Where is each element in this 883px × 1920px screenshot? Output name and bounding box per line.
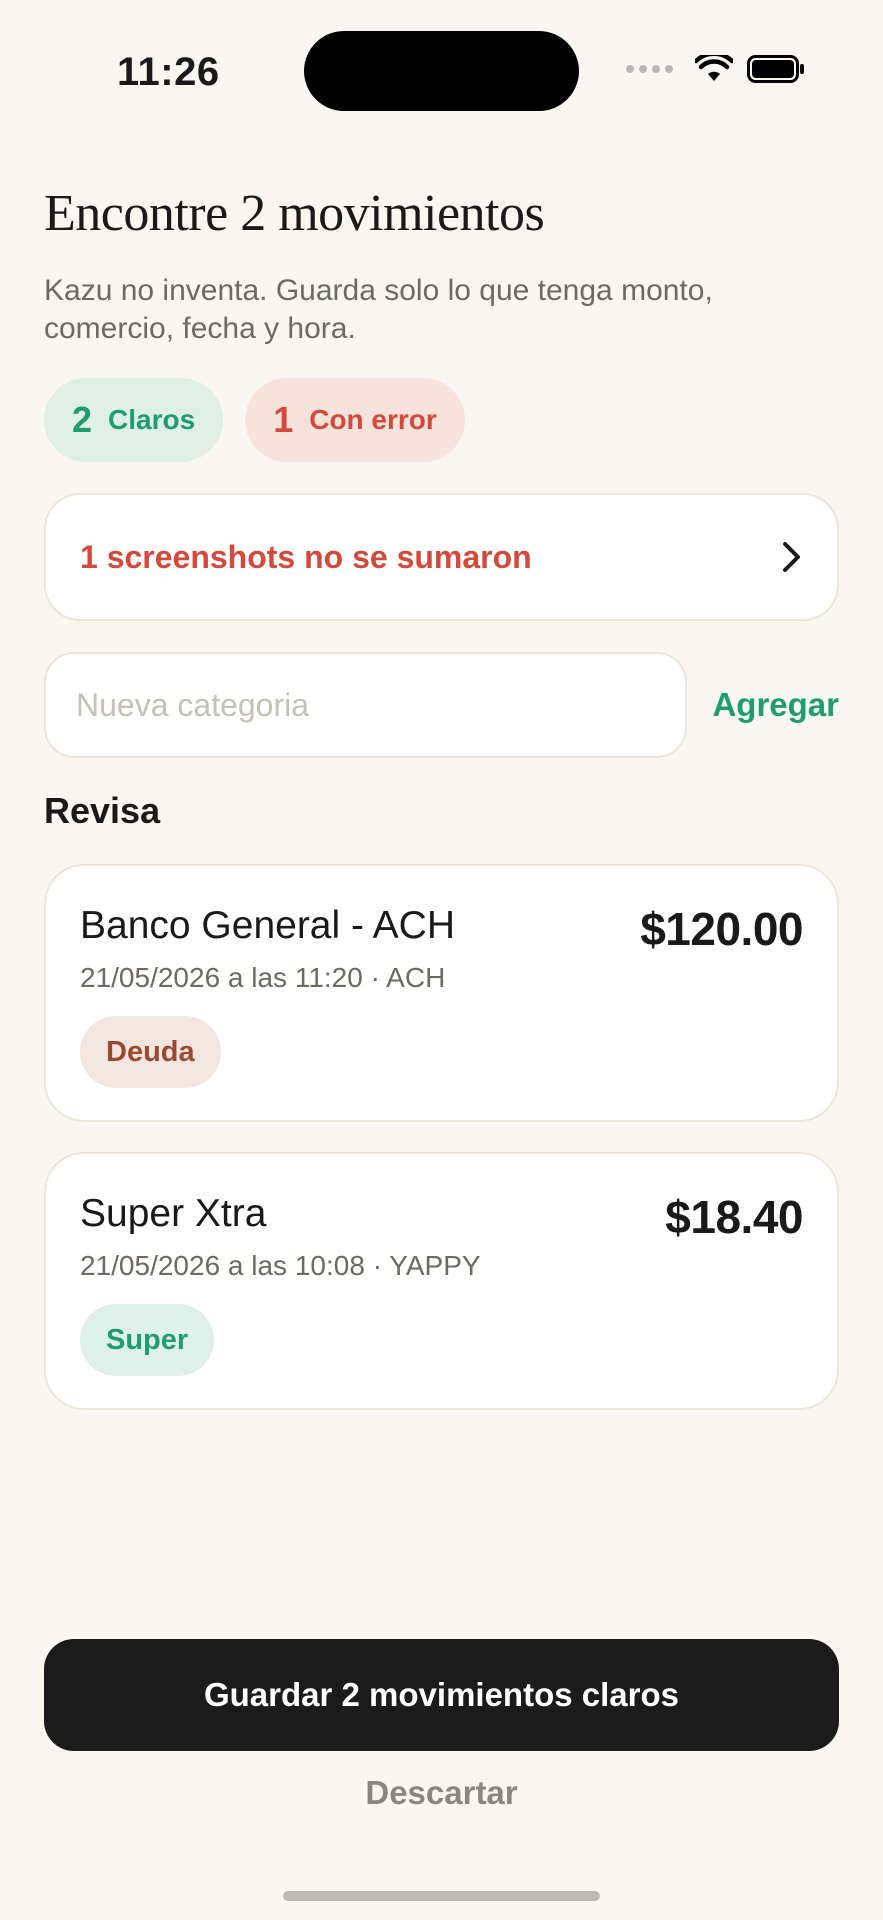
failed-screenshots-text: 1 screenshots no se sumaron	[80, 538, 532, 575]
category-tag[interactable]: Deuda	[80, 1016, 221, 1088]
discard-button[interactable]: Descartar	[0, 1774, 883, 1812]
summary-pills: 2 Claros 1 Con error	[44, 378, 465, 462]
category-tag[interactable]: Super	[80, 1304, 215, 1376]
status-time: 11:26	[117, 50, 220, 94]
chevron-right-icon	[783, 542, 800, 572]
status-icons	[626, 55, 805, 83]
transaction-amount: $18.40	[665, 1191, 803, 1243]
review-section-title: Revisa	[44, 790, 161, 831]
new-category-input[interactable]	[44, 652, 687, 758]
clear-count-pill[interactable]: 2 Claros	[44, 378, 224, 462]
transaction-merchant: Banco General - ACH	[80, 904, 456, 947]
clear-count: 2	[72, 399, 93, 440]
screen: 11:26 Encontre 2 movimientos Kazu no inv…	[0, 0, 883, 1920]
battery-icon	[747, 55, 804, 83]
error-label: Con error	[309, 404, 437, 435]
page-title: Encontre 2 movimientos	[44, 185, 545, 242]
home-indicator	[283, 1891, 600, 1901]
add-category-button[interactable]: Agregar	[712, 686, 839, 724]
transaction-card[interactable]: Super Xtra $18.40 21/05/2026 a las 10:08…	[44, 1152, 839, 1410]
failed-screenshots-banner[interactable]: 1 screenshots no se sumaron	[44, 493, 839, 621]
error-count: 1	[273, 399, 294, 440]
error-count-pill[interactable]: 1 Con error	[245, 378, 465, 462]
transaction-card[interactable]: Banco General - ACH $120.00 21/05/2026 a…	[44, 864, 839, 1122]
transaction-amount: $120.00	[640, 903, 803, 955]
transaction-meta: 21/05/2026 a las 10:08 · YAPPY	[80, 1250, 481, 1281]
cellular-signal-icon	[626, 65, 673, 73]
wifi-icon	[695, 55, 733, 81]
page-subtitle: Kazu no inventa. Guarda solo lo que teng…	[44, 274, 713, 345]
clear-label: Claros	[108, 404, 196, 435]
save-button[interactable]: Guardar 2 movimientos claros	[44, 1639, 839, 1751]
transaction-merchant: Super Xtra	[80, 1192, 267, 1235]
transaction-meta: 21/05/2026 a las 11:20 · ACH	[80, 962, 446, 993]
dynamic-island	[304, 31, 579, 111]
